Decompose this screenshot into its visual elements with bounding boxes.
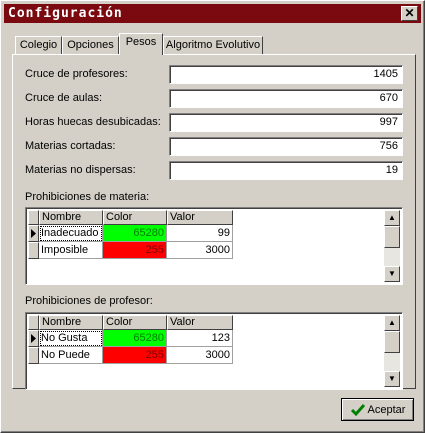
scroll-up-button[interactable]: ▲ xyxy=(384,210,400,226)
accept-button[interactable]: Aceptar xyxy=(341,398,414,421)
table-cell[interactable]: Imposible xyxy=(39,242,103,259)
scroll-thumb[interactable] xyxy=(384,226,400,248)
tab-pesos[interactable]: Pesos xyxy=(119,33,163,55)
field-label: Materias cortadas: xyxy=(25,140,116,152)
close-icon: ✕ xyxy=(404,6,415,20)
scroll-down-button[interactable]: ▼ xyxy=(384,371,400,387)
current-row-arrow-icon xyxy=(31,229,36,238)
cruce-aulas-input[interactable]: 670 xyxy=(169,89,403,108)
tab-opciones[interactable]: Opciones xyxy=(62,36,119,54)
grid-corner xyxy=(28,315,39,330)
table-cell[interactable]: 123 xyxy=(167,330,233,347)
column-header-valor[interactable]: Valor xyxy=(167,315,233,330)
title-bar[interactable]: Configuración ✕ xyxy=(4,4,421,23)
scroll-down-button[interactable]: ▼ xyxy=(384,266,400,282)
field-label: Materias no dispersas: xyxy=(25,164,136,176)
cruce-profesores-input[interactable]: 1405 xyxy=(169,65,403,84)
tab-colegio[interactable]: Colegio xyxy=(15,36,62,54)
profesor-grid[interactable]: Nombre Color Valor No Gusta 65280 123 No… xyxy=(25,312,403,390)
profesor-section-title: Prohibiciones de profesor: xyxy=(25,295,153,307)
color-cell[interactable]: 65280 xyxy=(103,330,167,347)
table-cell[interactable]: 3000 xyxy=(167,347,233,364)
arrow-up-icon: ▲ xyxy=(388,318,396,327)
current-row-arrow-icon xyxy=(31,334,36,343)
column-header-valor[interactable]: Valor xyxy=(167,210,233,225)
scroll-up-button[interactable]: ▲ xyxy=(384,315,400,331)
color-cell[interactable]: 255 xyxy=(103,242,167,259)
checkmark-icon xyxy=(350,404,365,417)
tab-algoritmo-evolutivo[interactable]: Algoritmo Evolutivo xyxy=(163,36,263,54)
vertical-scrollbar[interactable]: ▲ ▼ xyxy=(384,315,400,387)
color-cell[interactable]: 255 xyxy=(103,347,167,364)
column-header-color[interactable]: Color xyxy=(103,210,167,225)
field-label: Cruce de profesores: xyxy=(25,68,128,80)
row-indicator[interactable] xyxy=(28,330,39,347)
field-label: Horas huecas desubicadas: xyxy=(25,116,161,128)
arrow-up-icon: ▲ xyxy=(388,213,396,222)
table-cell[interactable]: Inadecuado xyxy=(39,225,103,242)
accept-label: Aceptar xyxy=(367,404,406,416)
table-cell[interactable]: No Puede xyxy=(39,347,103,364)
window-title: Configuración xyxy=(8,6,123,21)
column-header-color[interactable]: Color xyxy=(103,315,167,330)
color-cell[interactable]: 65280 xyxy=(103,225,167,242)
row-indicator[interactable] xyxy=(28,225,39,242)
table-cell[interactable]: 99 xyxy=(167,225,233,242)
column-header-nombre[interactable]: Nombre xyxy=(39,315,103,330)
materias-cortadas-input[interactable]: 756 xyxy=(169,137,403,156)
materia-section-title: Prohibiciones de materia: xyxy=(25,191,150,203)
arrow-down-icon: ▼ xyxy=(388,269,396,278)
grid-corner xyxy=(28,210,39,225)
field-label: Cruce de aulas: xyxy=(25,92,103,104)
table-cell[interactable]: No Gusta xyxy=(39,330,103,347)
arrow-down-icon: ▼ xyxy=(388,374,396,383)
scroll-thumb[interactable] xyxy=(384,331,400,353)
row-indicator[interactable] xyxy=(28,242,39,259)
vertical-scrollbar[interactable]: ▲ ▼ xyxy=(384,210,400,282)
table-cell[interactable]: 3000 xyxy=(167,242,233,259)
config-window: Configuración ✕ Colegio Opciones Pesos A… xyxy=(0,0,425,433)
horas-huecas-input[interactable]: 997 xyxy=(169,113,403,132)
close-button[interactable]: ✕ xyxy=(401,6,418,21)
materias-no-dispersas-input[interactable]: 19 xyxy=(169,161,403,180)
materia-grid[interactable]: Nombre Color Valor Inadecuado 65280 99 I… xyxy=(25,207,403,285)
row-indicator[interactable] xyxy=(28,347,39,364)
column-header-nombre[interactable]: Nombre xyxy=(39,210,103,225)
